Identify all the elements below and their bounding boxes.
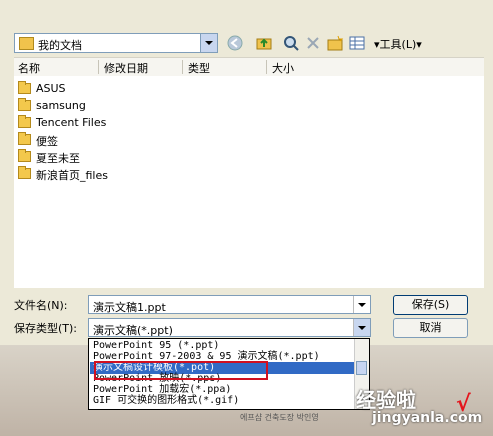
- savetype-value: 演示文稿(*.ppt): [93, 324, 173, 337]
- save-location-text: 我的文档: [38, 39, 82, 52]
- chevron-down-icon: [205, 41, 213, 45]
- watermark-title: 经验啦: [356, 388, 416, 412]
- folder-icon: [18, 166, 31, 179]
- folder-icon: [18, 98, 31, 111]
- filename-field[interactable]: 演示文稿1.ppt: [88, 295, 371, 314]
- back-arrow-icon: [227, 35, 243, 51]
- column-header-modified[interactable]: 修改日期: [104, 60, 148, 76]
- highlight-annotation-box: [94, 361, 268, 380]
- folder-icon: [19, 37, 34, 50]
- folder-icon: [18, 81, 31, 94]
- location-dropdown-button[interactable]: [200, 34, 217, 52]
- views-grid-icon: [349, 36, 365, 50]
- column-separator[interactable]: [98, 60, 99, 74]
- dialog-toolbar: 我的文档 ▾工具(L)▾: [14, 33, 484, 55]
- up-folder-icon: [256, 38, 272, 50]
- folder-icon: [18, 115, 31, 128]
- chevron-down-icon: [358, 326, 366, 330]
- views-button[interactable]: [348, 34, 366, 52]
- file-list: ASUS samsung Tencent Files 便签 夏至未至 新浪首页_…: [14, 76, 484, 288]
- file-list-header: 名称 修改日期 类型 大小: [14, 57, 484, 77]
- folder-name: samsung: [36, 99, 86, 112]
- column-header-type[interactable]: 类型: [188, 60, 210, 76]
- column-header-name[interactable]: 名称: [18, 60, 40, 76]
- folder-icon: [18, 132, 31, 145]
- list-item[interactable]: GIF 可交换的图形格式(*.gif): [93, 395, 239, 407]
- new-folder-icon: [327, 35, 344, 51]
- filename-value: 演示文稿1.ppt: [93, 301, 166, 314]
- folder-icon: [18, 149, 31, 162]
- backdrop-caption: 에프샵 건축도장 박인영: [240, 413, 319, 422]
- search-web-button[interactable]: [282, 34, 300, 52]
- save-button[interactable]: 保存(S): [393, 295, 468, 315]
- checkmark-icon: √: [456, 392, 471, 417]
- save-location-combo[interactable]: 我的文档: [14, 33, 218, 53]
- delete-x-icon: [307, 37, 319, 49]
- cancel-button[interactable]: 取消: [393, 318, 468, 338]
- delete-button[interactable]: [304, 34, 322, 52]
- up-folder-button[interactable]: [255, 34, 273, 52]
- folder-name: 夏至未至: [36, 152, 80, 165]
- savetype-dropdown-button[interactable]: [353, 319, 370, 336]
- folder-name: 便签: [36, 135, 58, 148]
- column-separator[interactable]: [182, 60, 183, 74]
- save-as-dialog: 我的文档 ▾工具(L)▾ 名称 修改日期 类型 大小 ASUS samsung …: [0, 0, 493, 345]
- scrollbar-thumb[interactable]: [356, 361, 367, 375]
- column-separator[interactable]: [266, 60, 267, 74]
- filename-dropdown-button[interactable]: [353, 296, 370, 313]
- savetype-select[interactable]: 演示文稿(*.ppt): [88, 318, 371, 337]
- column-header-size[interactable]: 大小: [272, 60, 294, 76]
- magnifier-icon: [284, 36, 299, 51]
- chevron-down-icon: [358, 303, 366, 307]
- savetype-label: 保存类型(T):: [14, 322, 78, 335]
- new-folder-button[interactable]: [326, 34, 344, 52]
- folder-name: ASUS: [36, 82, 66, 95]
- folder-name: Tencent Files: [36, 116, 107, 129]
- back-button[interactable]: [226, 34, 244, 52]
- tools-menu[interactable]: ▾工具(L)▾: [374, 36, 422, 52]
- screenshot-frame: 我的文档 ▾工具(L)▾ 名称 修改日期 类型 大小 ASUS samsung …: [0, 0, 493, 436]
- folder-name: 新浪首页_files: [36, 169, 108, 182]
- filename-label: 文件名(N):: [14, 299, 68, 312]
